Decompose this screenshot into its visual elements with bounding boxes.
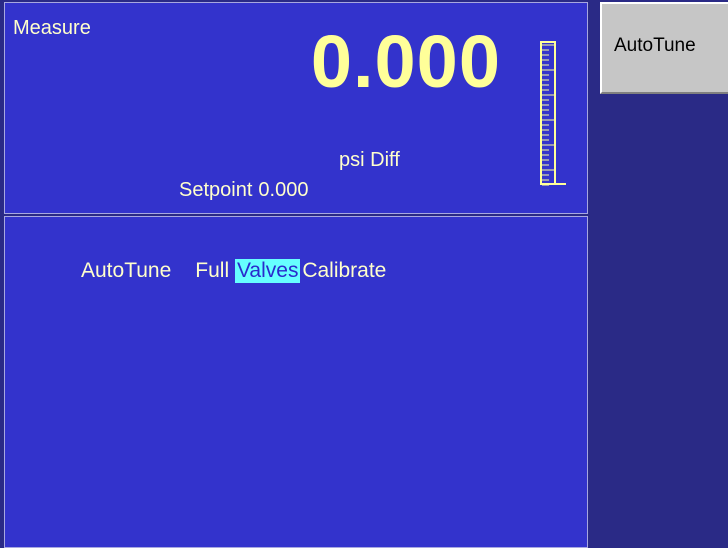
gauge-frame [540, 41, 556, 185]
autotune-label: AutoTune [81, 259, 172, 282]
setpoint-readout: Setpoint 0.000 [179, 179, 308, 202]
pressure-unit: psi Diff [339, 149, 400, 171]
pressure-reading: 0.000 [310, 20, 501, 103]
pressure-bar-gauge [540, 41, 566, 186]
measure-panel: Measure 0.000 psi Diff Setpoint 0.000 [4, 2, 588, 214]
autotune-selector: AutoTune Full Valves Calibrate [81, 259, 386, 283]
option-full[interactable]: Full [195, 259, 229, 283]
measure-title: Measure [13, 17, 91, 39]
setpoint-label: Setpoint [179, 179, 253, 201]
gauge-ticks [542, 44, 554, 186]
setpoint-value: 0.000 [258, 179, 309, 201]
option-valves[interactable]: Valves [234, 259, 301, 283]
autotune-panel: AutoTune Full Valves Calibrate [4, 216, 588, 548]
autotune-softkey-button[interactable]: AutoTune [600, 2, 728, 94]
option-calibrate[interactable]: Calibrate [302, 259, 386, 283]
